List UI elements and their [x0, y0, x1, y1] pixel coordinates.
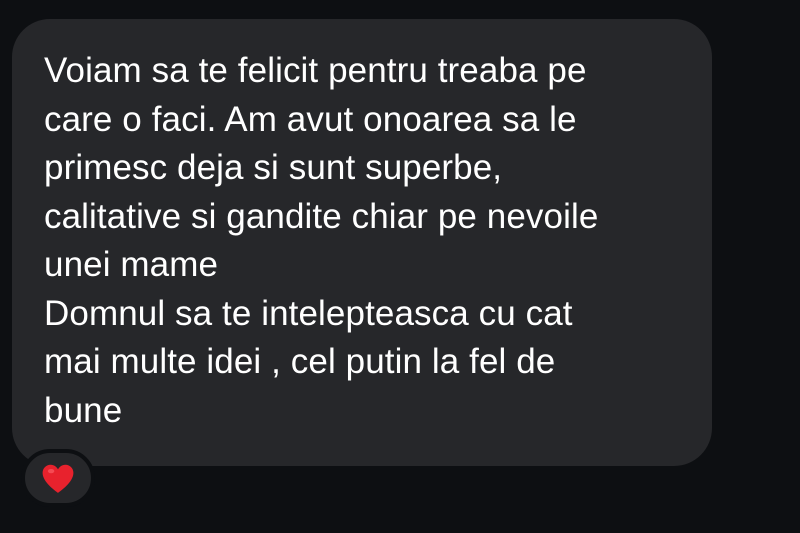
message-bubble[interactable]: Voiam sa te felicit pentru treaba pe car…	[12, 19, 712, 466]
heart-icon	[42, 464, 74, 493]
reaction-badge[interactable]	[21, 449, 95, 507]
message-paragraph-2: Domnul sa te intelepteasca cu cat mai mu…	[44, 293, 573, 430]
message-paragraph-1: Voiam sa te felicit pentru treaba pe car…	[44, 51, 599, 284]
chat-area: Voiam sa te felicit pentru treaba pe car…	[0, 0, 800, 533]
